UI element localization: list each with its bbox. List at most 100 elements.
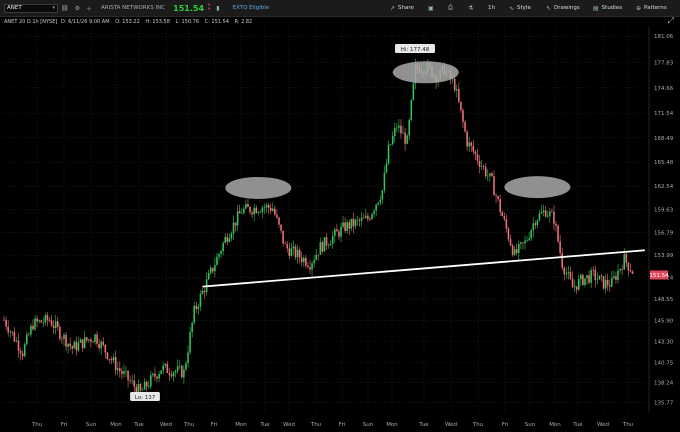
symbol-input[interactable]: ANET ▾ — [4, 3, 58, 13]
y-tick-label: 168.49 — [654, 136, 674, 142]
candle-body — [234, 222, 237, 226]
candle-body — [189, 332, 191, 353]
candle-body — [292, 246, 295, 249]
expand-icon[interactable]: ⤢ — [668, 16, 674, 26]
ohlc-low: L: 150.76 — [175, 19, 200, 25]
candle-body — [311, 263, 313, 270]
candle-body — [549, 211, 551, 216]
candle-body — [98, 343, 100, 349]
study-label[interactable]: ANET 20 D 1h [NYSE] — [4, 19, 57, 25]
candle-body — [520, 242, 522, 244]
y-tick-label: 156.79 — [654, 231, 674, 237]
candle-body — [92, 341, 94, 343]
x-tick-label: Mon — [235, 422, 247, 428]
candle-body — [472, 145, 475, 152]
candle-body — [112, 357, 115, 361]
candle-body — [195, 305, 198, 309]
candle-body — [458, 89, 460, 102]
style-button[interactable]: ∿ Style — [509, 0, 531, 16]
head-ellipse[interactable] — [392, 61, 459, 84]
candle-body — [25, 334, 28, 345]
candle-body — [398, 125, 400, 128]
candle-body — [156, 376, 158, 379]
candle-body — [367, 215, 369, 220]
candle-body — [323, 237, 326, 252]
patterns-button[interactable]: ⊕ Patterns — [636, 0, 667, 16]
print-button[interactable]: ⎙ — [448, 0, 456, 16]
ohlc-high: H: 153.58 — [145, 19, 170, 25]
candle-body — [232, 222, 235, 234]
candle-body — [203, 290, 206, 293]
candle-body — [131, 380, 133, 382]
candle-body — [577, 279, 580, 290]
candle-body — [501, 211, 504, 217]
gear-icon[interactable]: ⚙ — [75, 5, 80, 12]
candle-body — [193, 305, 196, 323]
chart-app: ANET ▾ ⛓ ⚙ ＋ ARISTA NETWORKS INC 151.54 … — [0, 0, 680, 432]
snapshot-button[interactable]: ▣ — [428, 0, 437, 16]
candle-body — [557, 225, 559, 242]
chart-header: ANET 20 D 1h [NYSE] D: 6/11/26 9:00 AM O… — [0, 16, 680, 27]
left-shoulder-ellipse[interactable] — [225, 176, 292, 199]
candle-body — [360, 217, 363, 221]
x-tick-label: Sun — [525, 422, 536, 428]
candle-body — [511, 245, 514, 255]
candle-body — [160, 370, 162, 374]
style-label: Style — [517, 5, 531, 11]
candle-body — [69, 343, 71, 347]
candle-body — [23, 344, 26, 357]
candle-body — [21, 353, 24, 357]
candle-body — [129, 380, 131, 381]
candle-body — [75, 341, 78, 351]
share-button[interactable]: ↗ Share — [390, 0, 414, 16]
candle-body — [257, 211, 260, 214]
candle-body — [379, 199, 382, 203]
candle-body — [608, 285, 611, 287]
link-icon[interactable]: ⛓ — [61, 5, 69, 12]
candle-body — [63, 334, 65, 339]
timeframe-button[interactable]: 1h — [488, 0, 495, 16]
candle-body — [381, 190, 384, 200]
candle-body — [296, 249, 299, 258]
candle-body — [369, 219, 371, 220]
candle-body — [300, 257, 303, 263]
candle-body — [100, 341, 102, 349]
candle-body — [617, 270, 619, 280]
candle-body — [542, 210, 545, 212]
candle-body — [497, 196, 499, 200]
candle-body — [32, 325, 34, 330]
candle-body — [563, 267, 566, 275]
price-chart[interactable]: Hi: 177.48 Lo: 137 181.06 177.83 174.66 171.… — [0, 27, 680, 432]
candle-body — [174, 370, 177, 373]
studies-button[interactable]: ▤ Studies — [593, 0, 622, 16]
candle-body — [94, 334, 96, 342]
y-tick-label: 140.75 — [654, 360, 674, 366]
candle-body — [464, 121, 466, 132]
drawings-button[interactable]: ↖ Drawings — [546, 0, 580, 16]
candle-body — [218, 253, 220, 257]
candle-body — [575, 286, 578, 290]
right-shoulder-ellipse[interactable] — [504, 176, 571, 199]
candle-body — [592, 269, 595, 271]
candle-body — [228, 238, 231, 242]
flask-button[interactable]: ⚗ — [468, 0, 476, 16]
candle-body — [96, 334, 98, 344]
candle-body — [582, 274, 584, 285]
candle-body — [290, 248, 293, 256]
candle-body — [396, 127, 398, 129]
candle-body — [83, 337, 86, 349]
y-tick-label: 145.90 — [654, 319, 674, 325]
x-tick-label: Fri — [502, 422, 509, 428]
candle-body — [154, 373, 156, 377]
candle-body — [613, 276, 615, 278]
candle-body — [352, 218, 355, 227]
candle-body — [387, 144, 390, 164]
candle-body — [44, 314, 47, 323]
candle-body — [596, 279, 599, 281]
share-label: Share — [398, 5, 414, 11]
candle-body — [325, 237, 328, 246]
candle-body — [282, 230, 284, 244]
plus-icon[interactable]: ＋ — [86, 4, 92, 13]
y-tick-label: 174.66 — [654, 86, 674, 92]
bar-chart-icon: ▮ — [216, 4, 220, 12]
